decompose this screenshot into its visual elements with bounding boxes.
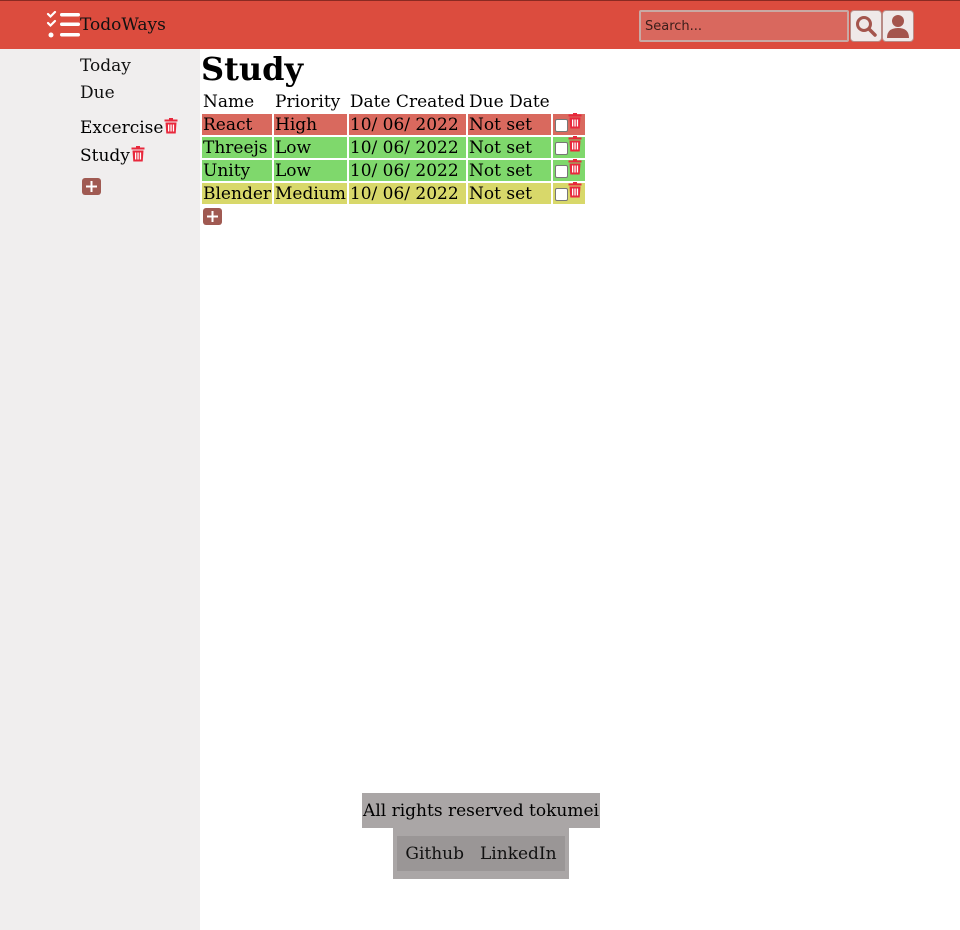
copyright-text: All rights reserved tokumei [363,800,599,821]
project-label[interactable]: Excercise [80,118,163,138]
task-priority: High [274,114,347,135]
task-name[interactable]: React [202,114,273,135]
task-due-date: Not set [468,114,551,135]
task-priority: Medium [274,183,347,204]
add-project-button[interactable] [82,178,101,195]
column-header-name: Name [203,91,255,112]
task-complete-checkbox[interactable] [554,141,568,155]
plus-icon [207,211,218,222]
top-header: TodoWays [0,0,960,49]
task-due-date: Not set [468,160,551,181]
task-actions [552,112,585,135]
plus-icon [86,181,97,192]
footer-links: Github LinkedIn [393,828,569,879]
table-header-row: Name Priority Date Created Due Date [202,91,585,112]
task-due-date: Not set [468,183,551,204]
task-date-created: 10/ 06/ 2022 [348,114,467,135]
user-icon [887,15,909,38]
task-actions [552,135,585,158]
task-date-created: 10/ 06/ 2022 [348,137,467,158]
task-complete-checkbox[interactable] [554,118,568,132]
task-complete-checkbox[interactable] [554,164,568,178]
column-header-priority: Priority [275,91,341,112]
table-row[interactable]: Threejs Low 10/ 06/ 2022 Not set [202,135,585,158]
sidebar-project-excercise[interactable]: Excercise [80,118,178,138]
sidebar-item-today[interactable]: Today [80,56,131,76]
brand-title[interactable]: TodoWays [80,15,166,35]
task-date-created: 10/ 06/ 2022 [348,160,467,181]
trash-icon[interactable] [131,146,145,162]
task-name[interactable]: Unity [202,160,273,181]
search-button[interactable] [850,10,882,42]
task-date-created: 10/ 06/ 2022 [348,183,467,204]
table-row[interactable]: Unity Low 10/ 06/ 2022 Not set [202,158,585,181]
task-actions [552,181,585,204]
sidebar-item-due[interactable]: Due [80,83,115,103]
column-header-actions [553,91,585,112]
task-complete-checkbox[interactable] [554,187,568,201]
column-header-date-created: Date Created [349,91,466,112]
search-icon [856,16,877,37]
table-row[interactable]: React High 10/ 06/ 2022 Not set [202,112,585,135]
github-link[interactable]: Github [405,844,464,864]
footer-copyright: All rights reserved tokumei [362,793,600,828]
add-task-button[interactable] [203,208,222,225]
project-label[interactable]: Study [80,146,130,166]
linkedin-link[interactable]: LinkedIn [480,844,557,864]
checklist-logo-icon [46,11,80,38]
task-table: Name Priority Date Created Due Date Reac… [200,89,587,206]
trash-icon[interactable] [568,181,582,198]
trash-icon[interactable] [568,112,582,129]
sidebar-project-study[interactable]: Study [80,146,145,166]
trash-icon[interactable] [164,118,178,134]
table-row[interactable]: Blender Medium 10/ 06/ 2022 Not set [202,181,585,204]
task-priority: Low [274,160,347,181]
task-name[interactable]: Threejs [202,137,273,158]
task-due-date: Not set [468,137,551,158]
footer-links-bar: Github LinkedIn [397,836,565,871]
page-title: Study [201,50,304,88]
user-profile-button[interactable] [882,10,914,42]
task-priority: Low [274,137,347,158]
column-header-due-date: Due Date [469,91,550,112]
task-name[interactable]: Blender [202,183,273,204]
trash-icon[interactable] [568,158,582,175]
search-input[interactable] [639,10,849,42]
task-actions [552,158,585,181]
trash-icon[interactable] [568,135,582,152]
